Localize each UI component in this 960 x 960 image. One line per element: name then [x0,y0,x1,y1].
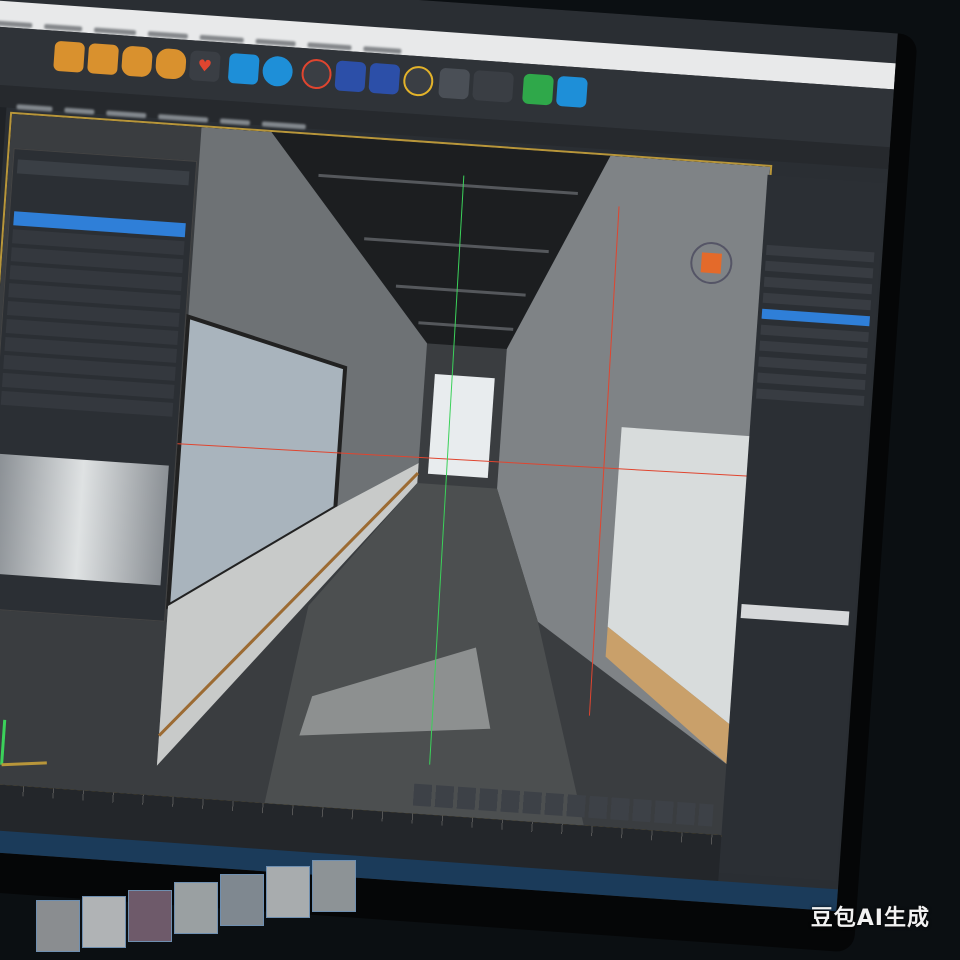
light-icon[interactable]: ♥ [188,50,221,83]
panel-header [16,159,190,186]
list-item[interactable] [762,292,872,311]
camera-preview [0,453,169,586]
thumbnail[interactable] [36,900,80,952]
list-item[interactable] [761,308,870,327]
target-icon[interactable] [300,58,333,91]
list-item[interactable] [764,260,874,279]
thumbnail[interactable] [220,874,264,926]
rotate-icon[interactable] [261,55,294,88]
list-item[interactable] [755,388,865,407]
monitor: ♥ [0,0,918,953]
property-field[interactable] [740,603,850,626]
box-icon[interactable] [87,43,120,76]
view-gizmo[interactable] [700,252,722,274]
list-item[interactable] [758,356,867,375]
list-item[interactable] [757,372,866,391]
sphere-icon[interactable] [120,45,153,78]
list-item[interactable] [760,324,869,343]
brush-icon[interactable] [438,67,471,100]
thumbnail[interactable] [312,860,356,912]
end-window [427,374,495,478]
list-item[interactable] [766,244,875,263]
render-icon[interactable] [555,75,588,108]
thumbnail[interactable] [266,866,310,918]
node-icon[interactable] [521,73,555,106]
scale-icon[interactable] [368,62,401,95]
camera-icon[interactable] [227,52,260,85]
outliner-panel [0,148,198,622]
list-item[interactable] [759,340,868,359]
thumbnail[interactable] [174,882,218,934]
settings-icon[interactable] [402,65,435,98]
watermark: 豆包AI生成 [810,906,930,931]
move-icon[interactable] [334,60,367,93]
cube-icon[interactable] [53,40,86,73]
capsule-icon[interactable] [154,47,187,80]
thumbnail[interactable] [82,896,126,948]
application-window: ♥ [0,0,898,912]
thumbnail[interactable] [128,890,172,942]
asset-thumbnails [36,860,356,960]
sliders-icon[interactable] [472,70,515,103]
list-item[interactable] [763,276,873,295]
